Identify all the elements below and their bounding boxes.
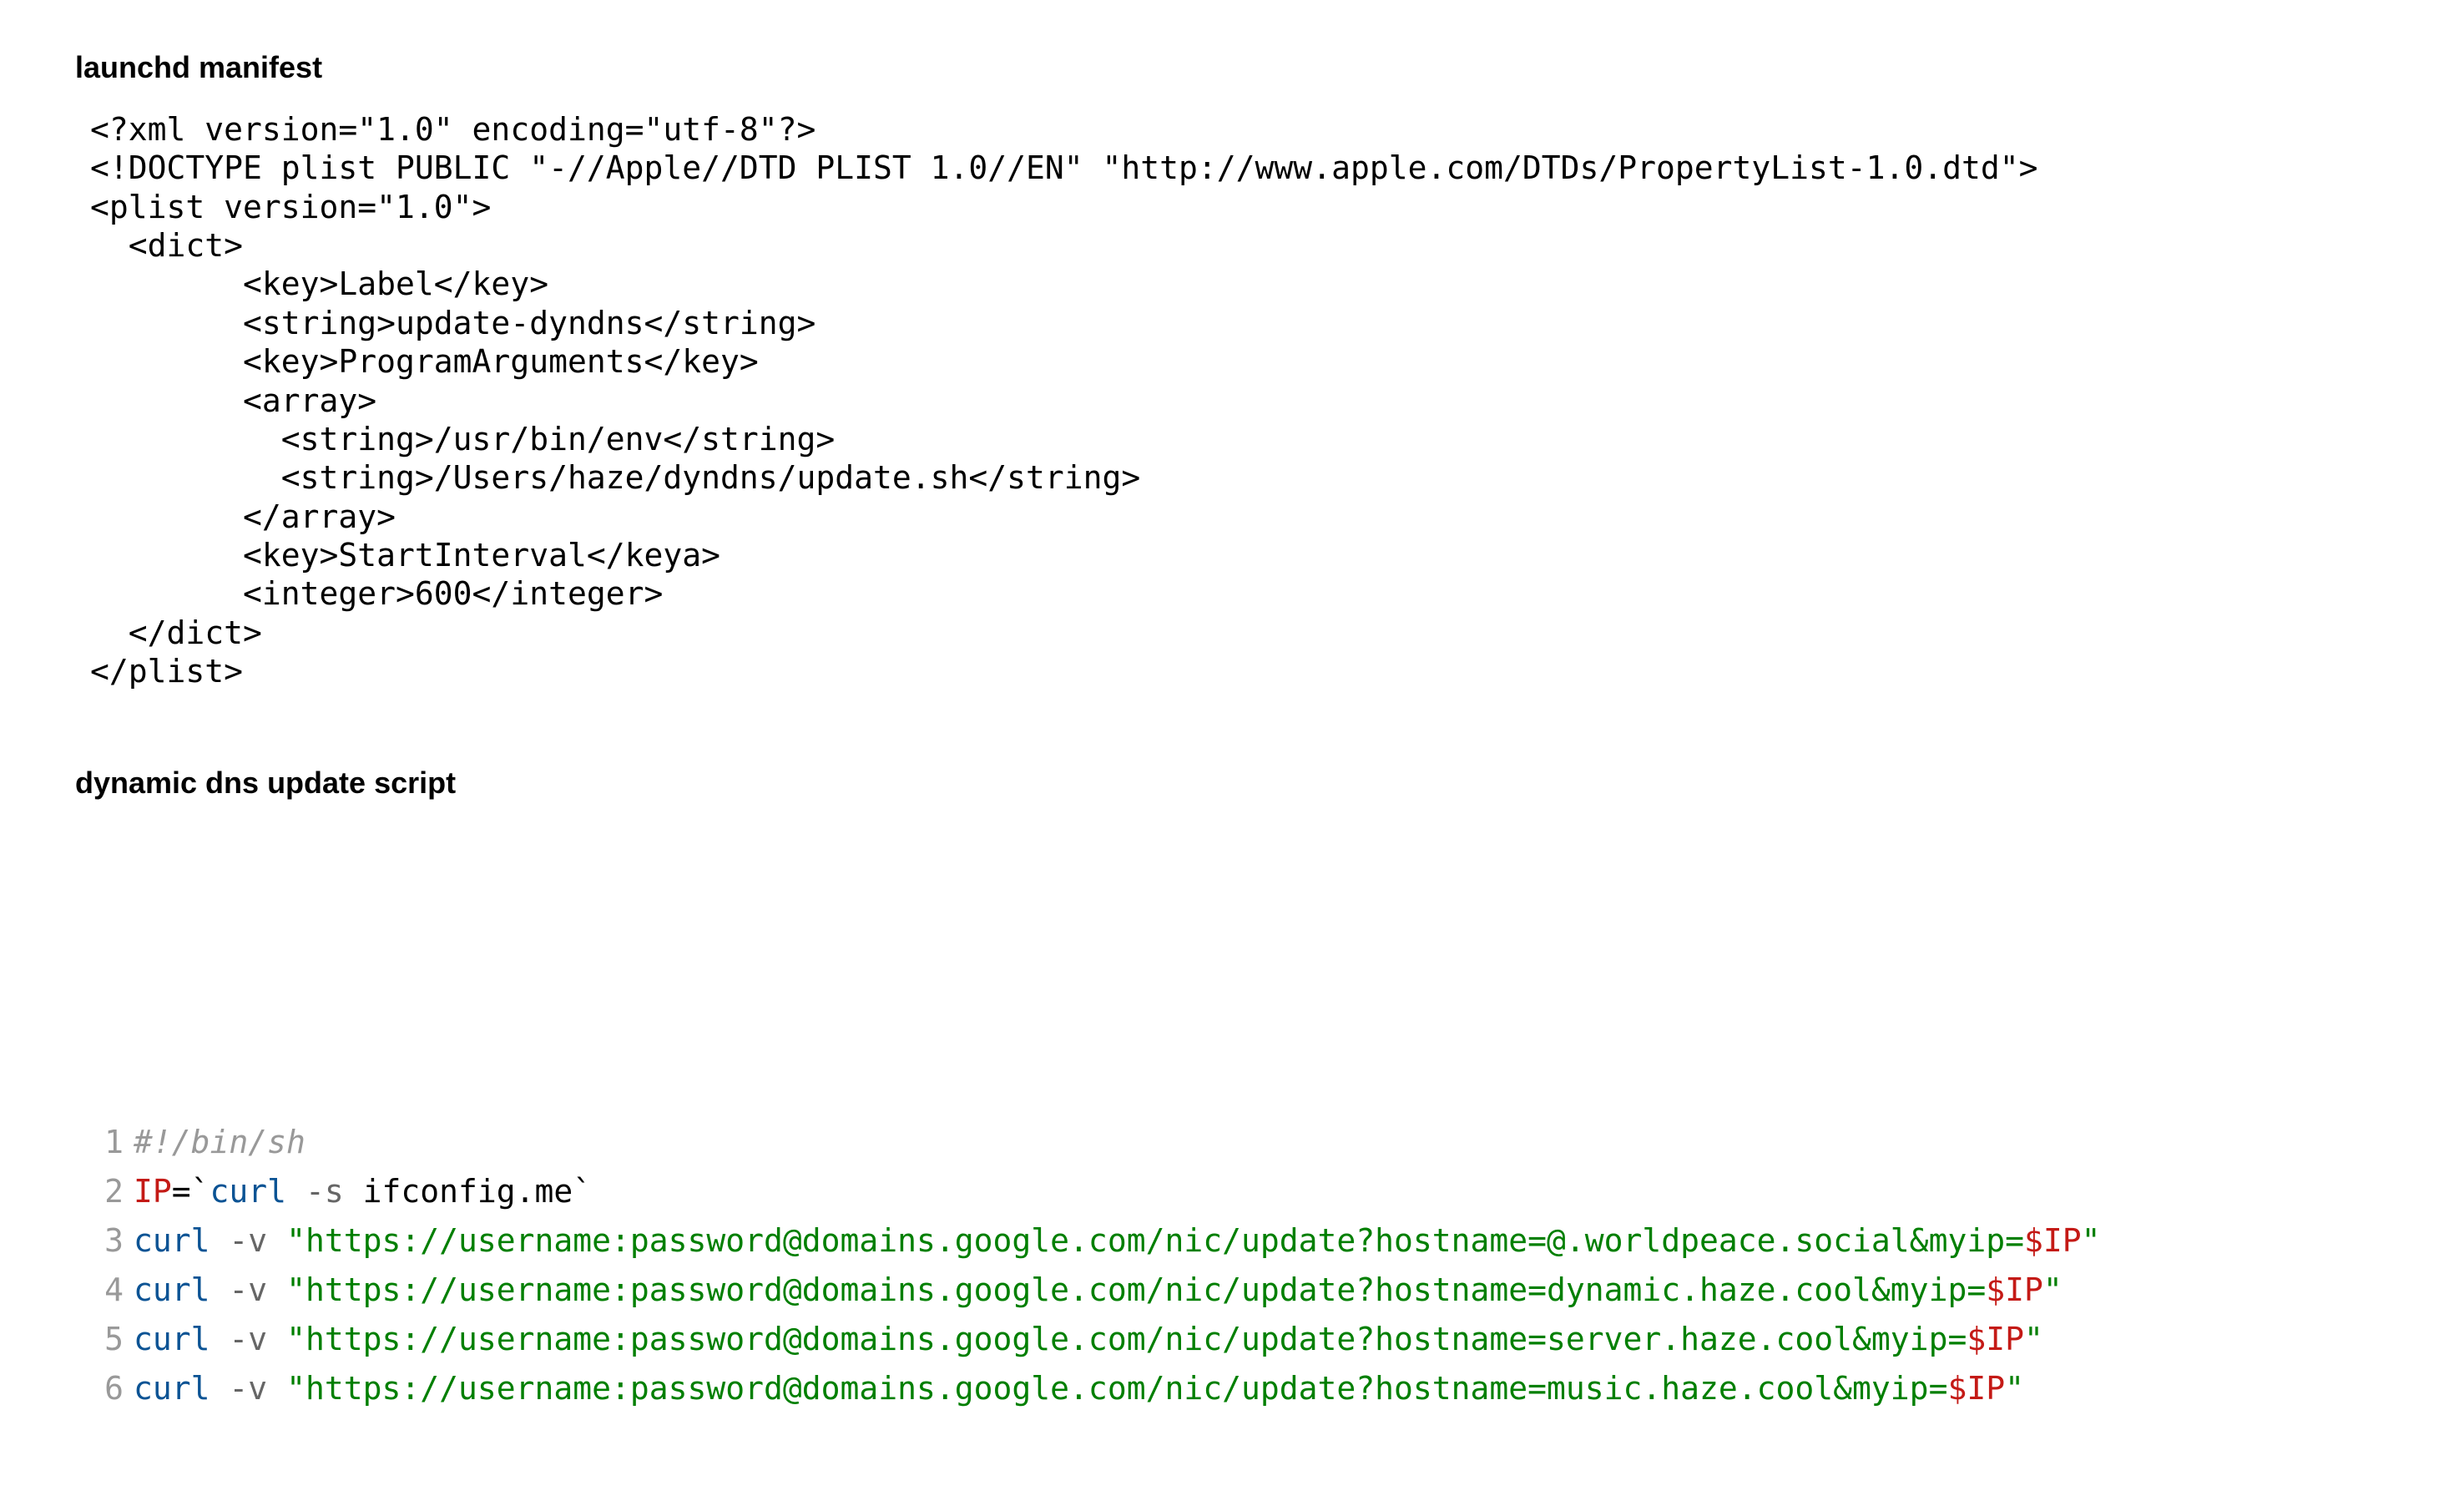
line-code: #!/bin/sh (134, 1118, 305, 1167)
script-line: 6curl -v "https://username:password@doma… (90, 1364, 2389, 1413)
script-line: 1#!/bin/sh (90, 1118, 2389, 1167)
dyndns-script-code: 1#!/bin/sh2IP=`curl -s ifconfig.me`3curl… (75, 1118, 2389, 1413)
line-number: 3 (90, 1216, 124, 1266)
script-line: 2IP=`curl -s ifconfig.me` (90, 1167, 2389, 1216)
line-code: curl -v "https://username:password@domai… (134, 1364, 2024, 1413)
section-heading-launchd: launchd manifest (75, 50, 2389, 85)
line-number: 2 (90, 1167, 124, 1216)
section-heading-dyndns: dynamic dns update script (75, 766, 2389, 801)
line-number: 5 (90, 1315, 124, 1364)
script-line: 4curl -v "https://username:password@doma… (90, 1266, 2389, 1315)
launchd-manifest-code: <?xml version="1.0" encoding="utf-8"?> <… (75, 110, 2389, 690)
script-line: 3curl -v "https://username:password@doma… (90, 1216, 2389, 1266)
line-code: IP=`curl -s ifconfig.me` (134, 1167, 592, 1216)
line-number: 4 (90, 1266, 124, 1315)
line-code: curl -v "https://username:password@domai… (134, 1315, 2043, 1364)
line-number: 1 (90, 1118, 124, 1167)
line-code: curl -v "https://username:password@domai… (134, 1266, 2063, 1315)
script-line: 5curl -v "https://username:password@doma… (90, 1315, 2389, 1364)
line-code: curl -v "https://username:password@domai… (134, 1216, 2101, 1266)
line-number: 6 (90, 1364, 124, 1413)
